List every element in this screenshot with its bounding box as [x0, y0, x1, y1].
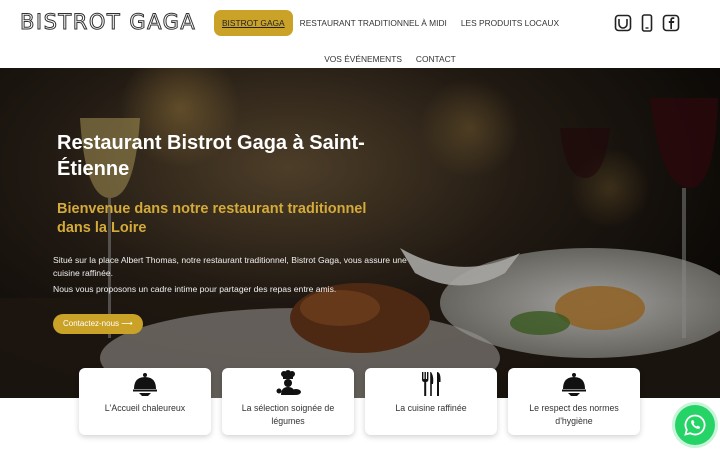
uber-eats-icon[interactable]: [614, 14, 632, 32]
hero-title: Restaurant Bistrot Gaga à Saint-Étienne: [57, 132, 365, 180]
contact-button[interactable]: Contactez-nous ⟶: [53, 314, 143, 334]
chef-vegetables-icon: [276, 370, 301, 395]
social-links: [614, 14, 680, 32]
site-header: BISTROT GAGA BISTROT GAGA RESTAURANT TRA…: [0, 0, 720, 68]
hero-section: Restaurant Bistrot Gaga à Saint-Étienne …: [0, 68, 720, 398]
site-logo[interactable]: BISTROT GAGA: [19, 10, 196, 35]
nav-item-home[interactable]: BISTROT GAGA: [213, 10, 293, 36]
cloche-icon: [133, 373, 157, 396]
cutlery-icon: [422, 372, 441, 396]
feature-card-accueil: L'Accueil chaleureux: [79, 368, 211, 435]
facebook-icon[interactable]: [662, 14, 680, 32]
feature-card-hygiene: Le respect des normes d'hygiène: [508, 368, 640, 435]
nav-item-restaurant-midi[interactable]: RESTAURANT TRADITIONNEL À MIDI: [293, 10, 454, 36]
nav-row-1: BISTROT GAGA RESTAURANT TRADITIONNEL À M…: [213, 10, 560, 36]
whatsapp-icon: [684, 414, 706, 436]
phone-icon[interactable]: [638, 14, 656, 32]
feature-label: La sélection soignée de légumes: [241, 403, 335, 426]
hero-paragraph-2: Nous vous proposons un cadre intime pour…: [53, 284, 337, 294]
feature-card-cuisine: La cuisine raffinée: [365, 368, 497, 435]
feature-card-legumes: La sélection soignée de légumes: [222, 368, 354, 435]
feature-label: La cuisine raffinée: [395, 403, 467, 413]
cloche-icon: [562, 373, 586, 396]
nav-item-produits-locaux[interactable]: LES PRODUITS LOCAUX: [454, 10, 566, 36]
hero-subtitle: Bienvenue dans notre restaurant traditio…: [57, 201, 367, 236]
hero-paragraph-1: Situé sur la place Albert Thomas, notre …: [53, 255, 407, 278]
feature-label: L'Accueil chaleureux: [104, 403, 186, 413]
feature-label: Le respect des normes d'hygiène: [529, 403, 619, 426]
feature-cards: L'Accueil chaleureux La sélection soigné…: [79, 368, 640, 435]
whatsapp-button[interactable]: [675, 405, 715, 445]
